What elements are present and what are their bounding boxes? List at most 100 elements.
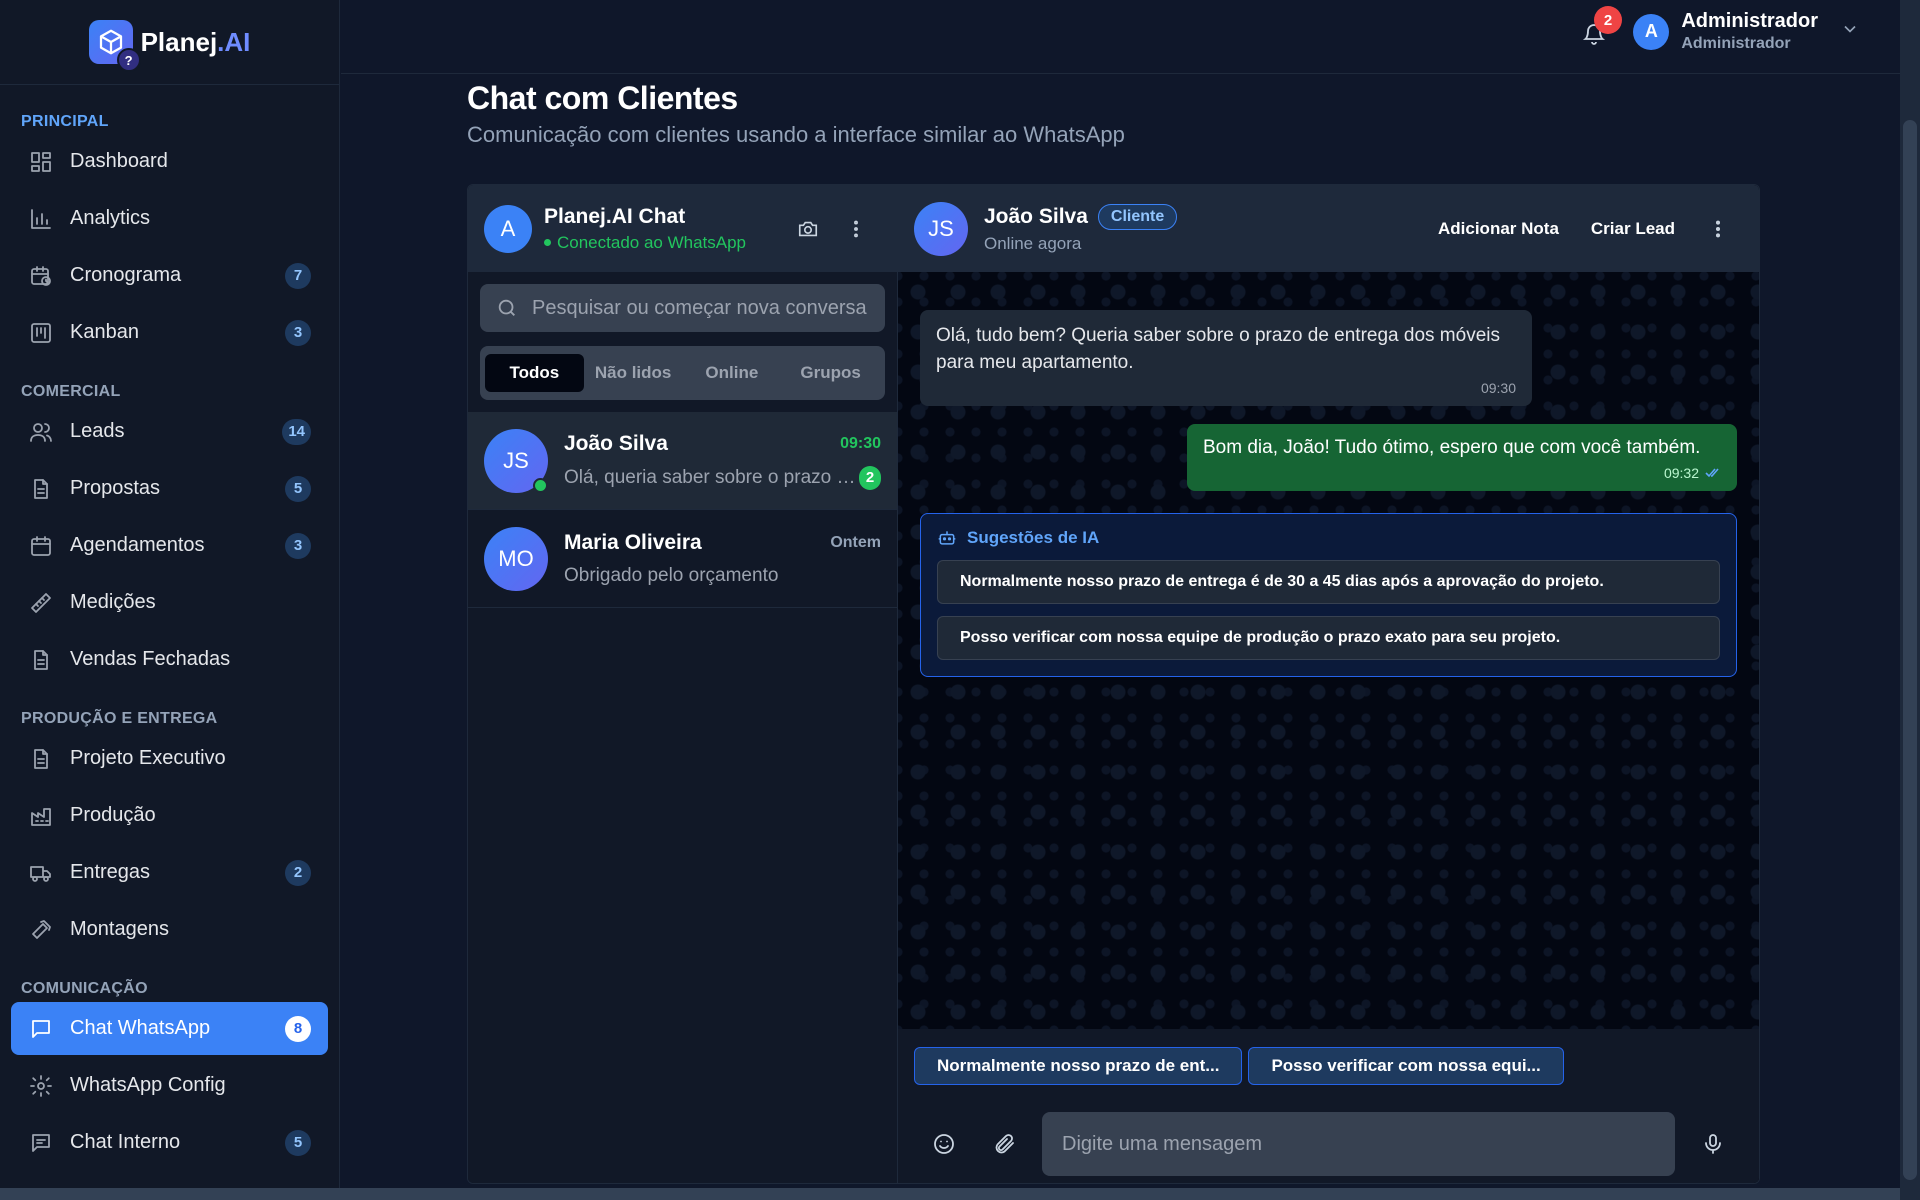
conversation-time: 09:30 (840, 434, 881, 452)
sidebar-item-montagens[interactable]: Montagens (11, 903, 328, 956)
outgoing-message: Bom dia, João! Tudo ótimo, espero que co… (1187, 424, 1737, 491)
user-menu[interactable]: A Administrador Administrador (1633, 10, 1860, 53)
create-lead-button[interactable]: Criar Lead (1591, 219, 1675, 239)
unread-badge: 2 (859, 465, 881, 490)
sidebar-item-producao[interactable]: Produção (11, 789, 328, 842)
voice-button[interactable] (1683, 1114, 1743, 1174)
brand-logo-icon: ? (88, 20, 141, 72)
sidebar-item-label: Vendas Fechadas (70, 648, 231, 670)
sidebar-item-dashboard[interactable]: Dashboard (11, 135, 328, 188)
attach-button[interactable] (974, 1114, 1034, 1174)
sidebar-item-label: Agendamentos (70, 534, 205, 556)
sidebar-item-label: Projeto Executivo (70, 747, 226, 769)
sidebar-item-label: Montagens (70, 918, 169, 940)
factory-icon (28, 803, 54, 829)
truck-icon (28, 860, 54, 886)
ai-suggestion-button[interactable]: Posso verificar com nossa equipe de prod… (937, 616, 1720, 660)
sidebar-nav: PRINCIPAL Dashboard Analytics Cronograma 7 Ka… (0, 103, 339, 1169)
chat-pane: JS João Silva Cliente Online agora Adici… (898, 185, 1759, 1183)
sidebar-item-label: Propostas (70, 477, 161, 499)
sidebar-item-chat-interno[interactable]: Chat Interno 5 (11, 1116, 328, 1169)
emoji-icon (934, 1134, 954, 1154)
ai-suggestion-button[interactable]: Normalmente nosso prazo de entrega é de … (937, 560, 1720, 604)
count-badge: 5 (285, 1129, 311, 1156)
sidebar-item-chat-whatsapp[interactable]: Chat WhatsApp 8 (11, 1002, 328, 1055)
page-subtitle: Comunicação com clientes usando a interf… (467, 122, 1125, 147)
more-vertical-icon[interactable] (1707, 218, 1729, 240)
messages-area[interactable]: Olá, tudo bem? Queria saber sobre o praz… (898, 272, 1759, 1029)
hammer-icon (28, 917, 54, 943)
sidebar-item-kanban[interactable]: Kanban 3 (11, 306, 328, 359)
sidebar-item-label: Chat WhatsApp (70, 1017, 211, 1039)
conversation-time: Ontem (830, 533, 881, 551)
sidebar-item-label: Leads (70, 420, 125, 442)
emoji-button[interactable] (914, 1114, 974, 1174)
page-scrollbar[interactable] (1900, 0, 1920, 1200)
avatar: MO (484, 526, 548, 591)
message-text: Bom dia, João! Tudo ótimo, espero que co… (1203, 437, 1701, 458)
message-composer (898, 1103, 1759, 1183)
count-badge: 14 (282, 418, 311, 445)
conversation-item[interactable]: JS João Silva 09:30 Olá, queria saber sob… (468, 412, 897, 510)
search-input[interactable] (532, 296, 869, 320)
chevron-down-icon (1830, 19, 1860, 44)
tab-grupos[interactable]: Grupos (781, 354, 880, 392)
sidebar-item-projeto-executivo[interactable]: Projeto Executivo (11, 732, 328, 785)
message-input[interactable] (1062, 1132, 1655, 1156)
conversation-preview: Olá, queria saber sobre o prazo de entre… (564, 466, 859, 488)
sidebar-item-label: Analytics (70, 207, 151, 229)
quick-replies: Normalmente nosso prazo de ent... Posso … (898, 1029, 1759, 1103)
add-note-button[interactable]: Adicionar Nota (1438, 219, 1559, 239)
calendar-clock-icon (28, 263, 54, 289)
gear-icon (28, 1073, 54, 1099)
sidebar-item-entregas[interactable]: Entregas 2 (11, 846, 328, 899)
quick-reply-button[interactable]: Posso verificar com nossa equi... (1248, 1047, 1564, 1085)
message-time: 09:32 (1663, 465, 1699, 481)
contact-status: Online agora (984, 233, 1082, 253)
tab-todos[interactable]: Todos (485, 354, 584, 392)
avatar[interactable]: A (484, 204, 532, 253)
user-role: Administrador (1681, 35, 1791, 52)
sidebar-section-title: PRINCIPAL (21, 113, 109, 130)
more-vertical-icon[interactable] (845, 218, 867, 240)
grid-icon (28, 149, 54, 175)
conversation-item[interactable]: MO Maria Oliveira Ontem Obrigado pelo orç… (468, 510, 897, 608)
sidebar-section-title: PRODUÇÃO E ENTREGA (21, 710, 218, 727)
document-icon (28, 476, 54, 502)
ai-suggestions-panel: Sugestões de IA Normalmente nosso prazo … (920, 513, 1737, 677)
tab-online[interactable]: Online (683, 354, 782, 392)
search-box (480, 284, 885, 332)
horizontal-scrollbar[interactable] (0, 1188, 1900, 1200)
camera-icon[interactable] (797, 218, 819, 240)
count-badge: 2 (285, 859, 311, 886)
notifications-button[interactable]: 2 (1578, 6, 1622, 50)
document-icon (28, 647, 54, 673)
sidebar-item-label: Medições (70, 591, 156, 613)
document-icon (28, 746, 54, 772)
connection-status: Conectado ao WhatsApp (544, 233, 746, 253)
page-scrollbar-thumb[interactable] (1903, 120, 1917, 1180)
sidebar-item-whatsapp-config[interactable]: WhatsApp Config (11, 1059, 328, 1112)
avatar[interactable]: JS (914, 201, 968, 256)
user-name: Administrador (1681, 10, 1818, 32)
double-check-icon (1705, 468, 1719, 478)
sidebar-item-agendamentos[interactable]: Agendamentos 3 (11, 519, 328, 572)
tab-nao-lidos[interactable]: Não lidos (584, 354, 683, 392)
sidebar-item-leads[interactable]: Leads 14 (11, 405, 328, 458)
chat-lines-icon (28, 1130, 54, 1156)
sidebar-item-medicoes[interactable]: Medições (11, 576, 328, 629)
sidebar-item-vendas-fechadas[interactable]: Vendas Fechadas (11, 633, 328, 686)
brand[interactable]: ? Planej.AI (0, 0, 339, 85)
sidebar-item-propostas[interactable]: Propostas 5 (11, 462, 328, 515)
sidebar-item-cronograma[interactable]: Cronograma 7 (11, 249, 328, 302)
message-input-box (1042, 1112, 1675, 1176)
contact-type-badge: Cliente (1097, 203, 1178, 230)
quick-reply-button[interactable]: Normalmente nosso prazo de ent... (914, 1047, 1243, 1085)
chat-app-title: Planej.AI Chat (544, 204, 686, 228)
sidebar-item-analytics[interactable]: Analytics (11, 192, 328, 245)
avatar: A (1633, 13, 1670, 50)
calendar-icon (28, 533, 54, 559)
sidebar-item-label: Cronograma (70, 264, 182, 286)
ruler-icon (28, 590, 54, 616)
kanban-icon (28, 320, 54, 346)
